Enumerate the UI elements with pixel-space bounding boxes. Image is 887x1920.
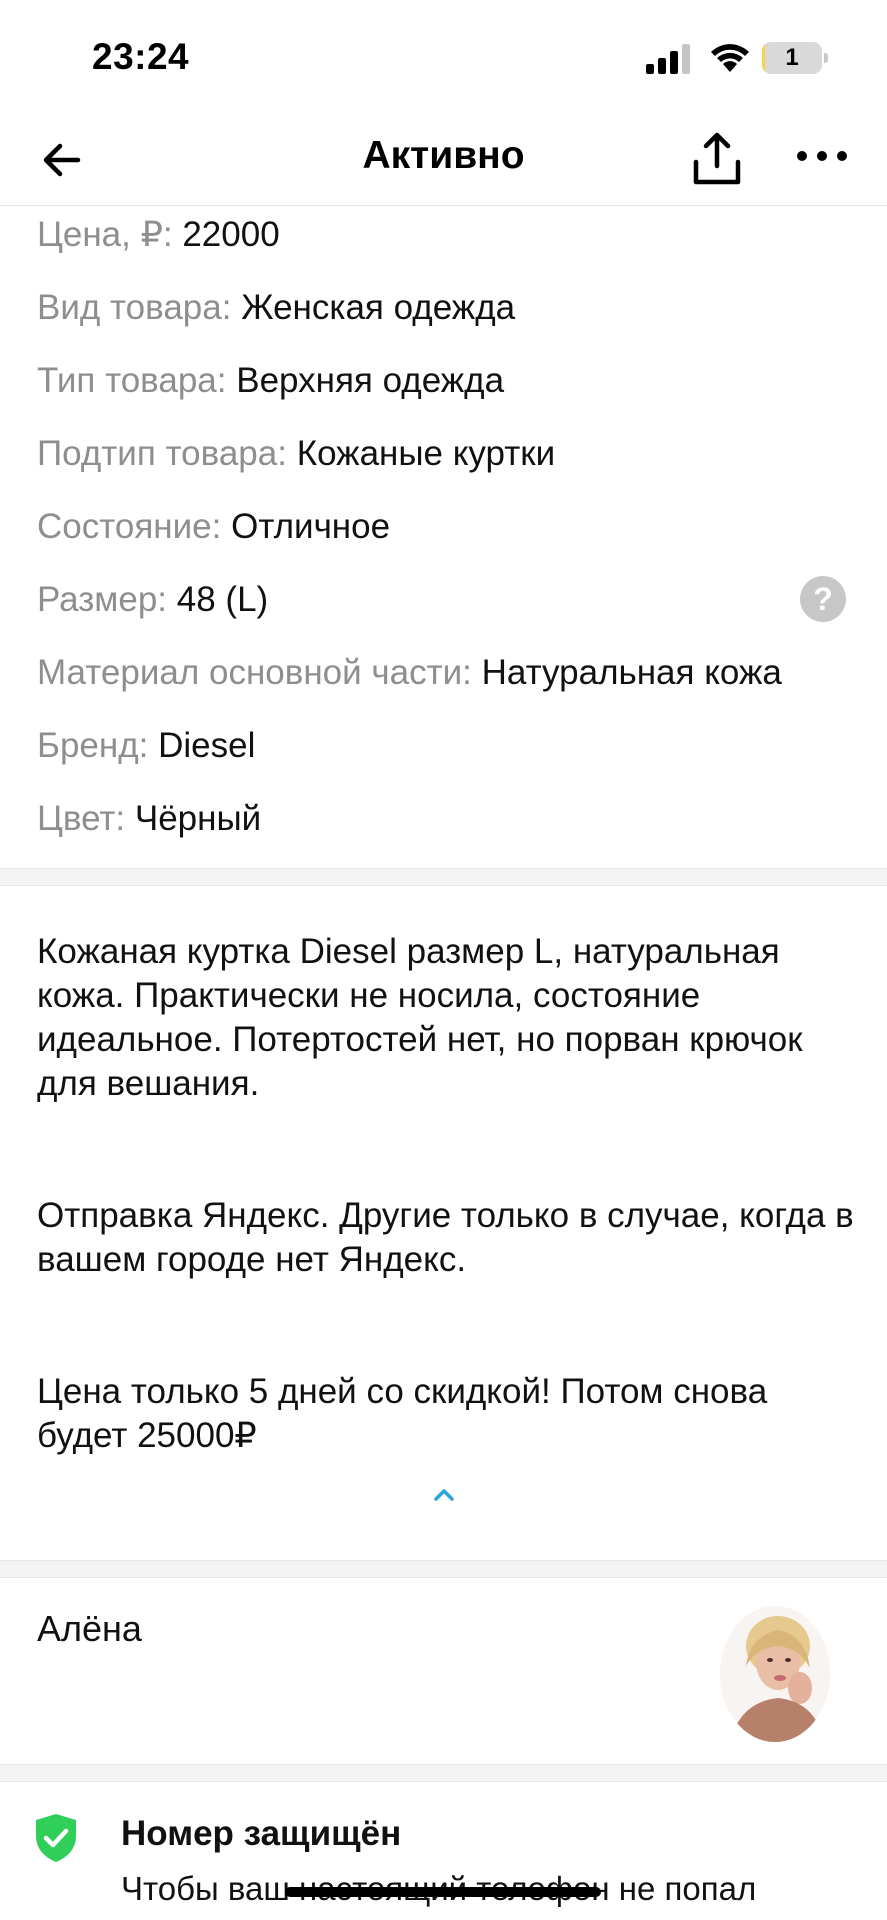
param-material: Материал основной части: Натуральная кож… — [37, 648, 782, 698]
param-condition: Состояние: Отличное — [37, 502, 390, 552]
seller-name[interactable]: Алёна — [37, 1608, 142, 1650]
param-key: Цвет: — [37, 799, 126, 838]
param-value: Женская одежда — [241, 288, 516, 327]
param-value: Diesel — [158, 726, 256, 765]
param-key: Материал основной части: — [37, 653, 472, 692]
home-indicator[interactable] — [285, 1887, 601, 1897]
shield-check-icon — [36, 1814, 76, 1862]
param-key: Подтип товара: — [37, 434, 287, 473]
param-value: Натуральная кожа — [481, 653, 782, 692]
param-category: Вид товара: Женская одежда — [37, 283, 515, 333]
param-size: Размер: 48 (L) — [37, 575, 268, 625]
share-icon[interactable] — [690, 130, 744, 188]
description-paragraph: Отправка Яндекс. Другие только в случае,… — [37, 1196, 854, 1279]
param-value: 22000 — [182, 215, 280, 254]
more-icon[interactable] — [796, 146, 848, 166]
battery-icon: 1 — [762, 42, 828, 74]
param-subtype: Подтип товара: Кожаные куртки — [37, 429, 555, 479]
param-price: Цена, ₽: 22000 — [37, 210, 280, 260]
status-time: 23:24 — [92, 36, 190, 77]
wifi-icon — [711, 44, 749, 72]
battery-level-text: 1 — [785, 44, 799, 71]
param-color: Цвет: Чёрный — [37, 794, 261, 844]
status-bar: 23:24 1 — [0, 0, 887, 110]
param-value: Кожаные куртки — [296, 434, 556, 473]
param-key: Состояние: — [37, 507, 222, 546]
param-value: 48 (L) — [176, 580, 269, 619]
param-value: Чёрный — [134, 799, 262, 838]
param-key: Цена, ₽: — [37, 215, 173, 254]
section-divider — [0, 868, 887, 886]
param-key: Тип товара: — [37, 361, 227, 400]
description-paragraph: Кожаная куртка Diesel размер L, натураль… — [37, 932, 803, 1103]
avatar[interactable] — [720, 1606, 830, 1742]
param-type: Тип товара: Верхняя одежда — [37, 356, 504, 406]
section-divider — [0, 1764, 887, 1782]
size-help-icon[interactable]: ? — [800, 576, 846, 622]
signal-icon — [646, 44, 690, 74]
nav-bar: Активно — [0, 110, 887, 206]
param-brand: Бренд: Diesel — [37, 721, 255, 771]
protected-number-title: Номер защищён — [121, 1814, 402, 1853]
description-paragraph: Цена только 5 дней со скидкой! Потом сно… — [37, 1372, 768, 1455]
section-divider — [0, 1560, 887, 1578]
page-title: Активно — [362, 134, 525, 177]
param-key: Бренд: — [37, 726, 149, 765]
param-value: Верхняя одежда — [236, 361, 505, 400]
param-value: Отличное — [231, 507, 391, 546]
chevron-up-icon[interactable] — [430, 1484, 458, 1506]
param-key: Вид товара: — [37, 288, 232, 327]
param-key: Размер: — [37, 580, 168, 619]
